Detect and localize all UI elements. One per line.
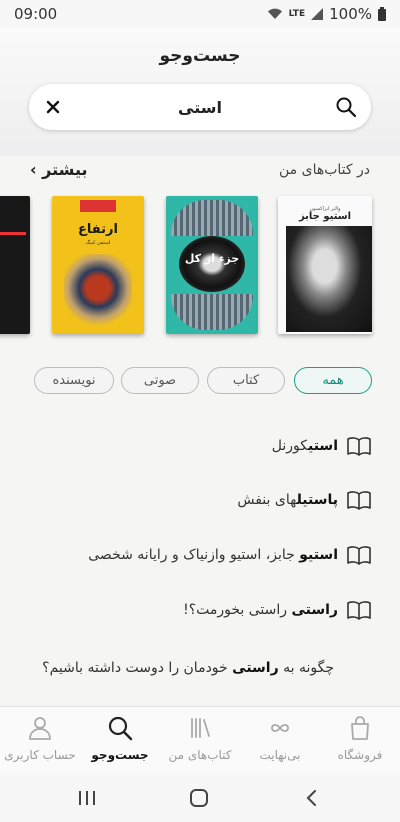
suggestion-text: راستی راستی بخورمت؟! <box>183 602 338 618</box>
cover-badge <box>80 200 116 212</box>
recent-apps-icon <box>79 791 95 805</box>
suggestion-rest: خودمان را دوست داشته باشیم؟ <box>42 660 233 676</box>
nav-item-my-books[interactable]: کتاب‌های من <box>160 707 240 775</box>
user-icon <box>29 717 51 740</box>
chevron-left-icon: › <box>30 160 37 179</box>
my-library-header: در کتاب‌های من بیشتر › <box>0 160 400 184</box>
suggestion-rest: کورنل <box>271 438 308 454</box>
list-item[interactable]: چگونه به راستی خودمان را دوست داشته باشی… <box>28 646 372 690</box>
system-nav-bar <box>0 774 400 822</box>
filter-chips: همه کتاب صوتی نویسنده <box>0 367 400 395</box>
shopping-bag-icon <box>351 716 369 740</box>
search-icon[interactable] <box>335 96 357 118</box>
nav-item-store[interactable]: فروشگاه <box>320 707 400 775</box>
bookshelf-icon <box>191 718 210 738</box>
filter-chip-audio[interactable]: صوتی <box>121 367 199 394</box>
open-book-icon <box>347 546 371 565</box>
section-title: در کتاب‌های من <box>279 162 370 178</box>
filter-chip-author[interactable]: نویسنده <box>34 367 114 394</box>
nav-label: جست‌وجو <box>91 748 149 762</box>
battery-icon <box>378 7 386 21</box>
open-book-icon <box>347 601 371 620</box>
suggestion-rest: جابز، استیو وازنیاک و رایانه شخصی <box>88 547 300 563</box>
bottom-nav: فروشگاه بی‌نهایت کتاب‌های من جست‌وجو حسا… <box>0 706 400 774</box>
nav-item-unlimited[interactable]: بی‌نهایت <box>240 707 320 775</box>
suggestion-prefix: چگونه به <box>278 660 334 676</box>
more-link[interactable]: بیشتر › <box>30 160 87 179</box>
book-title: ارتفاع <box>78 222 118 237</box>
nav-label: کتاب‌های من <box>168 748 232 762</box>
search-header: جست‌وجو <box>0 28 400 156</box>
suggestion-text: پاستیلهای بنفش <box>237 492 338 508</box>
page-title: جست‌وجو <box>159 46 241 66</box>
query-match: راستی <box>232 660 279 676</box>
eye-image <box>171 294 253 330</box>
book-title: استیو جابز <box>298 211 352 222</box>
search-input[interactable] <box>79 92 321 122</box>
book-author: استفن کینگ <box>85 240 111 246</box>
back-button[interactable] <box>296 784 326 812</box>
search-box <box>29 84 371 130</box>
suggestion-text: استیکورنل <box>272 438 338 454</box>
nav-label: بی‌نهایت <box>259 748 301 762</box>
book-title: جزء از کل <box>184 252 240 265</box>
network-type: LTE <box>288 9 306 19</box>
eye-image <box>171 200 253 236</box>
status-time: 09:00 <box>14 5 58 23</box>
cover-illustration <box>64 254 132 330</box>
book-cover-partial[interactable] <box>0 196 30 334</box>
more-label: بیشتر <box>42 160 88 179</box>
list-item[interactable]: راستی راستی بخورمت؟! <box>28 588 372 632</box>
book-cover-part-of-whole[interactable]: جزء از کل <box>166 196 258 334</box>
battery-percent: 100% <box>329 5 372 23</box>
list-item[interactable]: استیکورنل <box>28 424 372 468</box>
nav-item-account[interactable]: حساب کاربری <box>0 707 80 775</box>
suggestion-text: استیو جابز، استیو وازنیاک و رایانه شخصی <box>88 547 338 563</box>
home-button[interactable] <box>184 784 214 812</box>
book-cover-elevation[interactable]: ارتفاع استفن کینگ <box>52 196 144 334</box>
portrait-image <box>286 226 372 332</box>
query-match: استی <box>308 438 338 454</box>
suggestion-rest: های بنفش <box>237 492 297 508</box>
filter-chip-all[interactable]: همه <box>294 367 372 394</box>
signal-icon <box>311 8 324 20</box>
status-indicators: LTE 100% <box>267 5 386 23</box>
list-item[interactable]: پاستیلهای بنفش <box>28 478 372 522</box>
back-icon <box>306 790 316 806</box>
recent-apps-button[interactable] <box>72 784 102 812</box>
list-item[interactable]: استیو جابز، استیو وازنیاک و رایانه شخصی <box>28 533 372 577</box>
search-icon <box>108 716 133 741</box>
query-match: استیو <box>299 547 338 563</box>
status-bar: 09:00 LTE 100% <box>0 0 400 28</box>
book-cover-steve-jobs[interactable]: والتر ایزاکسون استیو جابز <box>278 196 372 334</box>
suggestion-rest: راستی بخورمت؟! <box>183 602 292 618</box>
cover-stripe <box>0 232 26 235</box>
wifi-icon <box>267 8 282 19</box>
filter-chip-book[interactable]: کتاب <box>207 367 285 394</box>
nav-label: فروشگاه <box>337 748 383 762</box>
suggestion-text: چگونه به راستی خودمان را دوست داشته باشی… <box>42 660 334 676</box>
close-icon[interactable] <box>43 97 63 117</box>
nav-item-search[interactable]: جست‌وجو <box>80 707 160 775</box>
query-match: راستی <box>291 602 338 618</box>
open-book-icon <box>347 437 371 456</box>
library-books: والتر ایزاکسون استیو جابز جزء از کل ارتف… <box>0 196 400 336</box>
query-match: پاستیل <box>296 492 338 508</box>
infinity-icon <box>271 724 289 732</box>
nav-label: حساب کاربری <box>4 748 76 762</box>
home-icon <box>190 789 208 807</box>
open-book-icon <box>347 491 371 510</box>
